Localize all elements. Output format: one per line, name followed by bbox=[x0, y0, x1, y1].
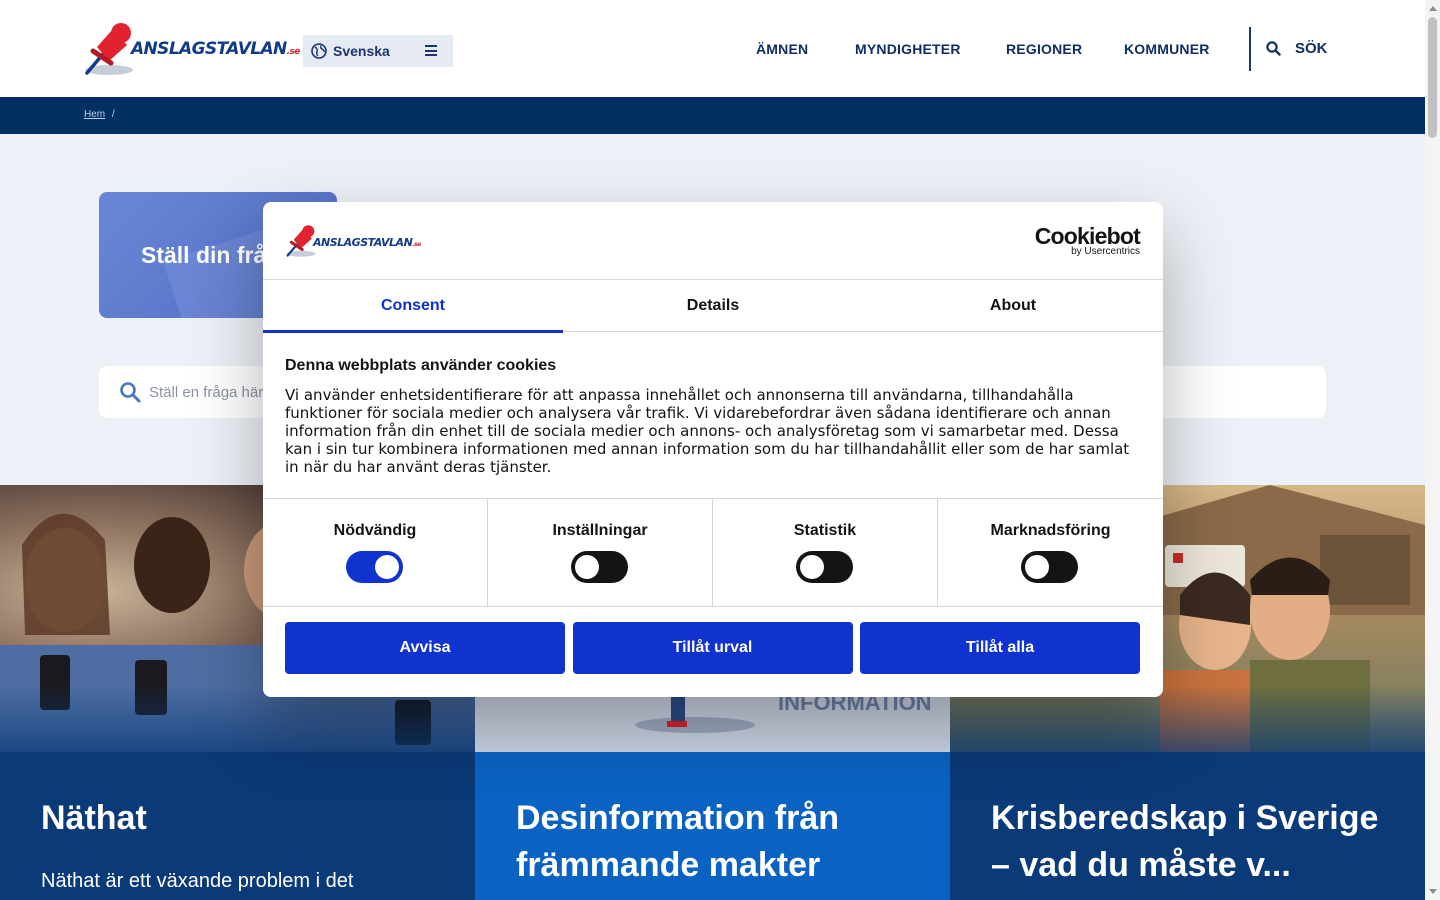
tab-consent[interactable]: Consent bbox=[263, 280, 563, 333]
tab-about[interactable]: About bbox=[863, 280, 1163, 332]
dialog-heading: Denna webbplats använder cookies bbox=[285, 357, 557, 374]
language-label: Svenska bbox=[333, 43, 390, 59]
language-selector[interactable]: Svenska bbox=[303, 35, 453, 67]
dialog-header: ANSLAGSTAVLAN.se Cookiebot by Usercentri… bbox=[263, 202, 1163, 280]
breadcrumb-separator: / bbox=[111, 109, 115, 120]
search-placeholder: Ställ en fråga här bbox=[149, 383, 264, 401]
card-title: Krisberedskap i Sverige – vad du måste v… bbox=[991, 799, 1379, 884]
toggle-label: Statistik bbox=[793, 522, 857, 539]
scroll-down-arrow-icon[interactable] bbox=[1429, 889, 1437, 894]
toggle-preferences: Inställningar bbox=[488, 499, 713, 606]
consent-toggles: Nödvändig Inställningar Statistik Markna… bbox=[263, 498, 1163, 607]
statistics-switch[interactable] bbox=[796, 551, 853, 583]
toggle-label: Inställningar bbox=[552, 522, 648, 539]
globe-icon bbox=[311, 43, 327, 59]
scroll-thumb[interactable] bbox=[1428, 17, 1437, 138]
toggle-necessary: Nödvändig bbox=[263, 499, 488, 606]
search-button[interactable]: SÖK bbox=[1266, 40, 1328, 57]
toggle-marketing: Marknadsföring bbox=[938, 499, 1163, 606]
nav-divider bbox=[1249, 27, 1251, 71]
dialog-tabs: Consent Details About bbox=[263, 280, 1163, 333]
allow-selection-button[interactable]: Tillåt urval bbox=[572, 622, 853, 674]
cookiebot-logo[interactable]: Cookiebot by Usercentrics bbox=[1035, 223, 1141, 257]
necessary-switch[interactable] bbox=[346, 551, 403, 583]
allow-all-button[interactable]: Tillåt alla bbox=[860, 622, 1140, 674]
nav-item-regioner[interactable]: REGIONER bbox=[1006, 41, 1082, 57]
dialog-body-text: Vi använder enhetsidentifierare för att … bbox=[285, 386, 1130, 476]
search-icon bbox=[1266, 41, 1281, 56]
site-logo[interactable]: ANSLAGSTAVLAN.se bbox=[83, 21, 300, 77]
search-label: SÖK bbox=[1295, 40, 1328, 57]
hamburger-menu-icon[interactable] bbox=[425, 45, 437, 56]
cookie-consent-dialog: ANSLAGSTAVLAN.se Cookiebot by Usercentri… bbox=[263, 202, 1163, 697]
toggle-label: Marknadsföring bbox=[990, 522, 1111, 539]
nav-item-myndigheter[interactable]: MYNDIGHETER bbox=[855, 41, 961, 57]
nav-item-kommuner[interactable]: KOMMUNER bbox=[1124, 41, 1210, 57]
scroll-up-arrow-icon[interactable] bbox=[1429, 6, 1437, 11]
page-scrollbar[interactable] bbox=[1425, 0, 1440, 900]
dialog-buttons: Avvisa Tillåt urval Tillåt alla bbox=[285, 622, 1140, 674]
toggle-label: Nödvändig bbox=[333, 522, 417, 539]
breadcrumb-bar: Hem / bbox=[0, 97, 1425, 134]
reject-button[interactable]: Avvisa bbox=[285, 622, 565, 674]
card-excerpt: Näthat är ett växande problem i det bbox=[41, 870, 354, 892]
site-header: ANSLAGSTAVLAN.se Svenska ÄMNEN MYNDIGHET… bbox=[0, 0, 1425, 97]
logo-text: ANSLAGSTAVLAN.se bbox=[131, 39, 300, 59]
toggle-statistics: Statistik bbox=[713, 499, 938, 606]
dialog-logo-text: ANSLAGSTAVLAN.se bbox=[313, 236, 421, 249]
marketing-switch[interactable] bbox=[1021, 551, 1078, 583]
card-title: Näthat bbox=[41, 799, 147, 837]
nav-item-amnen[interactable]: ÄMNEN bbox=[756, 41, 808, 57]
pushpin-icon bbox=[85, 23, 133, 75]
breadcrumb: Hem / bbox=[84, 109, 115, 120]
card-title: Desinformation från främmande makter bbox=[516, 799, 840, 884]
breadcrumb-home-link[interactable]: Hem bbox=[84, 109, 105, 120]
search-icon bbox=[120, 382, 141, 403]
tab-details[interactable]: Details bbox=[563, 280, 863, 332]
preferences-switch[interactable] bbox=[571, 551, 628, 583]
